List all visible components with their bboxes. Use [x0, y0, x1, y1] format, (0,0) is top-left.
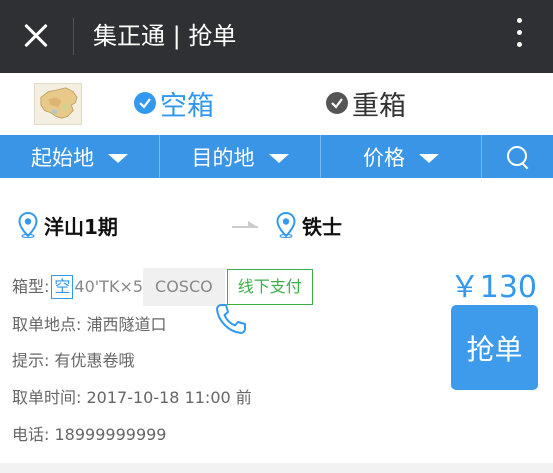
pickup-row: 取单地点: 浦西隧道口	[12, 314, 167, 336]
search-icon	[506, 145, 529, 168]
route-arrow-icon	[232, 221, 258, 228]
type-option-empty[interactable]: 空箱	[134, 85, 214, 122]
search-button[interactable]	[482, 135, 553, 178]
phone-label: 电话:	[12, 425, 50, 444]
box-info-row: 箱型: 空 40'TK×5 COSCO 线下支付	[12, 268, 313, 306]
grab-order-button[interactable]: 抢单	[451, 305, 538, 390]
payment-tag: 线下支付	[226, 269, 313, 305]
close-icon[interactable]	[20, 20, 52, 52]
time-value: 2017-10-18 11:00 前	[86, 388, 252, 407]
filter-destination[interactable]: 目的地	[160, 135, 321, 178]
location-pin-icon	[18, 212, 38, 238]
time-label: 取单时间:	[12, 388, 82, 407]
type-option-full[interactable]: 重箱	[326, 85, 406, 122]
route-destination: 铁士	[276, 210, 342, 240]
caret-down-icon	[419, 154, 439, 163]
price: ￥130	[449, 270, 537, 305]
phone-value: 18999999999	[54, 425, 167, 444]
phone-row: 电话: 18999999999	[12, 424, 166, 446]
app-header: 集正通 | 抢单	[0, 0, 553, 73]
phone-icon[interactable]	[214, 302, 246, 336]
type-option-label: 重箱	[352, 90, 406, 122]
route-origin: 洋山1期	[18, 210, 118, 240]
origin-name: 洋山1期	[44, 214, 118, 239]
hint-row: 提示: 有优惠卷哦	[12, 350, 135, 372]
check-circle-icon	[326, 92, 348, 114]
pickup-value: 浦西隧道口	[86, 315, 167, 334]
hint-label: 提示:	[12, 351, 50, 370]
carrier-tag: COSCO	[143, 268, 225, 306]
more-options-icon[interactable]	[515, 18, 523, 54]
type-option-label: 空箱	[160, 90, 214, 122]
check-circle-icon	[134, 92, 156, 114]
box-size: 40'TK×5	[74, 277, 144, 296]
filter-label: 起始地	[31, 145, 94, 170]
hint-value: 有优惠卷哦	[54, 351, 135, 370]
pickup-time-row: 取单时间: 2017-10-18 11:00 前	[12, 387, 252, 409]
map-thumbnail[interactable]	[34, 83, 82, 125]
caret-down-icon	[108, 154, 128, 163]
filter-origin[interactable]: 起始地	[0, 135, 160, 178]
caret-down-icon	[268, 154, 289, 163]
order-card[interactable]: 洋山1期 铁士 箱型: 空 40'TK×5 COSCO 线下支付 取单地点: 浦…	[0, 178, 553, 463]
header-divider	[73, 18, 74, 55]
box-kind-badge: 空	[51, 275, 74, 299]
filter-price[interactable]: 价格	[321, 135, 482, 178]
filter-label: 目的地	[191, 145, 255, 170]
box-type-label: 箱型:	[12, 277, 50, 296]
page-title: 集正通 | 抢单	[93, 22, 237, 50]
location-pin-icon	[276, 212, 296, 238]
filter-label: 价格	[363, 145, 405, 170]
destination-name: 铁士	[302, 214, 342, 239]
filter-bar: 起始地 目的地 价格	[0, 135, 553, 178]
pickup-label: 取单地点:	[12, 315, 82, 334]
container-type-selector: 空箱 重箱	[0, 73, 553, 135]
